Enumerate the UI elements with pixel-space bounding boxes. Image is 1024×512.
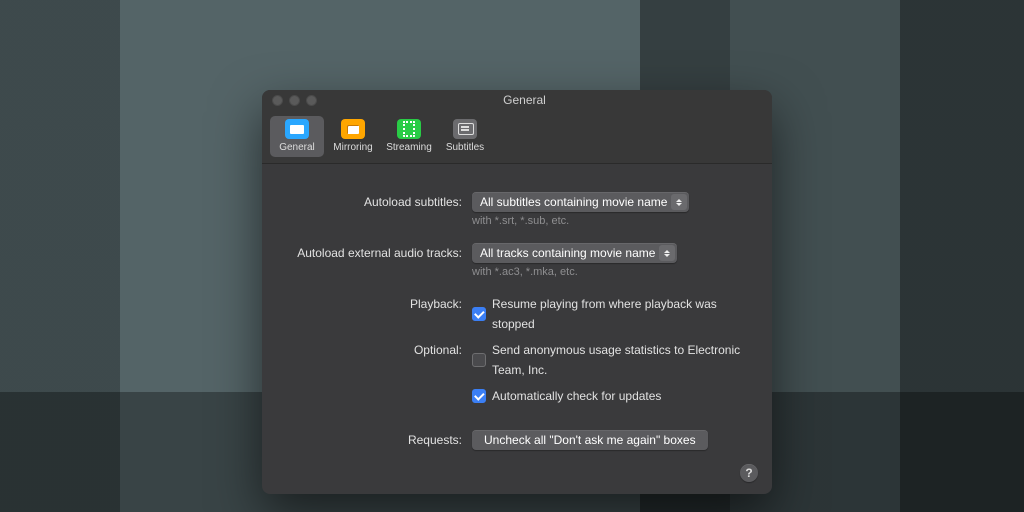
hint-audio: with *.ac3, *.mka, etc. <box>472 266 750 278</box>
tab-streaming[interactable]: Streaming <box>382 116 436 157</box>
checkbox-label: Resume playing from where playback was s… <box>492 294 750 334</box>
preferences-window: General General Mirroring Streaming Subt… <box>262 90 772 494</box>
label-autoload-subtitles: Autoload subtitles: <box>284 192 472 212</box>
select-autoload-subtitles[interactable]: All subtitles containing movie name <box>472 192 689 212</box>
stepper-icon <box>671 194 687 210</box>
checkbox-label: Send anonymous usage statistics to Elect… <box>492 340 750 380</box>
help-button[interactable]: ? <box>740 464 758 482</box>
select-autoload-audio[interactable]: All tracks containing movie name <box>472 243 677 263</box>
checkbox-usage-stats[interactable] <box>472 353 486 367</box>
button-uncheck-all[interactable]: Uncheck all "Don't ask me again" boxes <box>472 430 708 450</box>
tab-label: Mirroring <box>333 142 372 153</box>
checkbox-auto-update[interactable] <box>472 389 486 403</box>
select-value: All tracks containing movie name <box>480 246 655 260</box>
tab-label: Subtitles <box>446 142 484 153</box>
tab-mirroring[interactable]: Mirroring <box>326 116 380 157</box>
tab-label: Streaming <box>386 142 432 153</box>
tab-general[interactable]: General <box>270 116 324 157</box>
tab-subtitles[interactable]: Subtitles <box>438 116 492 157</box>
label-playback: Playback: <box>284 294 472 314</box>
hint-subtitles: with *.srt, *.sub, etc. <box>472 215 750 227</box>
streaming-icon <box>397 119 421 139</box>
checkbox-label: Automatically check for updates <box>492 386 661 406</box>
subtitles-icon <box>453 119 477 139</box>
label-optional: Optional: <box>284 340 472 360</box>
mirroring-icon <box>341 119 365 139</box>
checkbox-resume-playback[interactable] <box>472 307 486 321</box>
stepper-icon <box>659 245 675 261</box>
toolbar: General Mirroring Streaming Subtitles <box>262 110 772 164</box>
general-icon <box>285 119 309 139</box>
content-area: Autoload subtitles: All subtitles contai… <box>262 164 772 494</box>
titlebar: General <box>262 90 772 110</box>
label-requests: Requests: <box>284 430 472 450</box>
select-value: All subtitles containing movie name <box>480 195 667 209</box>
tab-label: General <box>279 142 315 153</box>
button-label: Uncheck all "Don't ask me again" boxes <box>484 433 696 447</box>
label-autoload-audio: Autoload external audio tracks: <box>284 243 472 263</box>
window-title: General <box>277 93 772 107</box>
help-icon: ? <box>745 466 752 480</box>
